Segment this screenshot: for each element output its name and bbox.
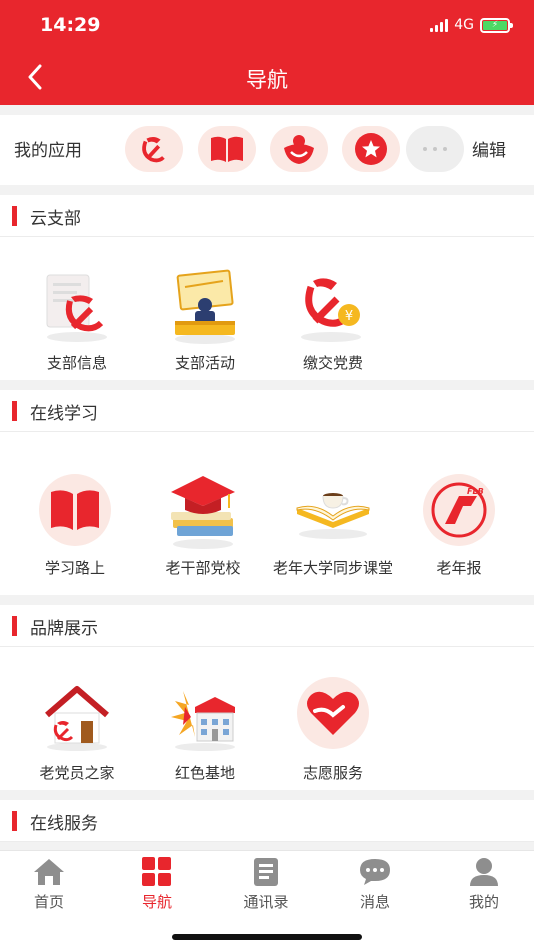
book-icon bbox=[39, 474, 111, 546]
red-base-icon bbox=[171, 691, 235, 751]
edit-button[interactable]: 编辑 bbox=[472, 136, 506, 161]
grid-item-label: 老干部党校 bbox=[165, 559, 241, 577]
network-type: 4G bbox=[454, 17, 474, 33]
my-app-party[interactable] bbox=[125, 126, 183, 172]
section-brand: 老党员之家 红色基地 志愿服务 bbox=[0, 647, 534, 790]
grid-item-cadre-school[interactable]: 老干部党校 bbox=[136, 472, 270, 578]
grid-item-label: 红色基地 bbox=[174, 764, 235, 782]
status-time: 14:29 bbox=[40, 14, 101, 36]
signal-icon bbox=[430, 18, 449, 32]
tab-navigation[interactable]: 导航 bbox=[104, 855, 210, 912]
tab-label: 消息 bbox=[359, 893, 390, 911]
section-online-study: 学习路上 老干部党校 老年大学同步课堂 FLB 老年报 bbox=[0, 432, 534, 595]
tab-label: 导航 bbox=[141, 893, 172, 911]
party-home-icon bbox=[45, 686, 109, 751]
volunteer-icon bbox=[284, 135, 314, 164]
section-title: 云支部 bbox=[30, 209, 81, 229]
grid-icon bbox=[142, 857, 171, 886]
section-header-brand: 品牌展示 bbox=[0, 605, 534, 647]
grid-item-label: 老年报 bbox=[436, 559, 482, 577]
volunteer-heart-icon bbox=[297, 677, 369, 749]
grid-item-party-fee[interactable]: ¥ 缴交党费 bbox=[266, 267, 400, 373]
party-emblem-icon bbox=[142, 136, 165, 163]
my-app-volunteer[interactable] bbox=[270, 126, 328, 172]
meeting-speaker-icon bbox=[175, 269, 235, 344]
grid-item-branch-info[interactable]: 支部信息 bbox=[10, 267, 144, 373]
my-app-more[interactable] bbox=[406, 126, 464, 172]
section-title: 在线服务 bbox=[30, 814, 98, 834]
coffee-book-icon bbox=[296, 493, 370, 539]
star-badge-icon bbox=[362, 140, 380, 158]
home-indicator[interactable] bbox=[172, 934, 362, 940]
tab-label: 我的 bbox=[468, 893, 499, 911]
battery-icon: ⚡ bbox=[480, 17, 513, 33]
my-app-star[interactable] bbox=[342, 126, 400, 172]
section-title: 品牌展示 bbox=[30, 619, 98, 639]
newspaper-logo-icon: FLB bbox=[423, 474, 495, 546]
graduation-cap-icon bbox=[171, 476, 235, 549]
grid-item-label: 支部信息 bbox=[46, 354, 107, 372]
grid-item-label: 学习路上 bbox=[44, 559, 105, 577]
grid-item-branch-activity[interactable]: 支部活动 bbox=[138, 267, 272, 373]
party-document-icon bbox=[46, 274, 107, 342]
section-header-online-service: 在线服务 bbox=[0, 800, 534, 842]
grid-item-label: 缴交党费 bbox=[302, 354, 363, 372]
grid-item-study-road[interactable]: 学习路上 bbox=[8, 472, 142, 578]
grid-item-party-home[interactable]: 老党员之家 bbox=[10, 677, 144, 783]
chat-bubble-icon bbox=[360, 859, 390, 885]
svg-text:¥: ¥ bbox=[345, 309, 353, 324]
tab-contacts[interactable]: 通讯录 bbox=[213, 855, 319, 912]
home-icon bbox=[34, 859, 64, 885]
tab-label: 首页 bbox=[33, 893, 64, 911]
more-icon bbox=[423, 147, 447, 151]
tab-mine[interactable]: 我的 bbox=[431, 855, 534, 912]
my-apps-label: 我的应用 bbox=[14, 141, 82, 161]
section-header-cloud-branch: 云支部 bbox=[0, 195, 534, 237]
grid-item-label: 支部活动 bbox=[174, 354, 235, 372]
status-indicators: 4G ⚡ bbox=[430, 17, 513, 33]
section-cloud-branch: 支部信息 支部活动 ¥ 缴交党费 bbox=[0, 237, 534, 380]
top-bar: 14:29 4G ⚡ 导航 bbox=[0, 0, 534, 105]
page-title: 导航 bbox=[246, 68, 288, 92]
book-icon bbox=[211, 136, 243, 162]
my-app-book[interactable] bbox=[198, 126, 256, 172]
grid-item-elder-news[interactable]: FLB 老年报 bbox=[392, 472, 526, 578]
my-apps-bar: 我的应用 编辑 bbox=[0, 115, 534, 185]
grid-item-label: 志愿服务 bbox=[302, 764, 363, 782]
grid-item-volunteer[interactable]: 志愿服务 bbox=[266, 677, 400, 783]
grid-item-label: 老党员之家 bbox=[39, 764, 115, 782]
tab-label: 通讯录 bbox=[243, 893, 289, 911]
contacts-book-icon bbox=[254, 858, 278, 886]
svg-text:FLB: FLB bbox=[467, 487, 484, 496]
person-icon bbox=[470, 858, 498, 886]
party-fee-icon: ¥ bbox=[301, 278, 361, 342]
tab-home[interactable]: 首页 bbox=[0, 855, 102, 912]
grid-item-red-base[interactable]: 红色基地 bbox=[138, 677, 272, 783]
section-title: 在线学习 bbox=[30, 404, 98, 424]
grid-item-label: 老年大学同步课堂 bbox=[272, 559, 393, 577]
grid-item-elder-univ[interactable]: 老年大学同步课堂 bbox=[266, 472, 400, 578]
tab-messages[interactable]: 消息 bbox=[322, 855, 428, 912]
section-header-online-study: 在线学习 bbox=[0, 390, 534, 432]
